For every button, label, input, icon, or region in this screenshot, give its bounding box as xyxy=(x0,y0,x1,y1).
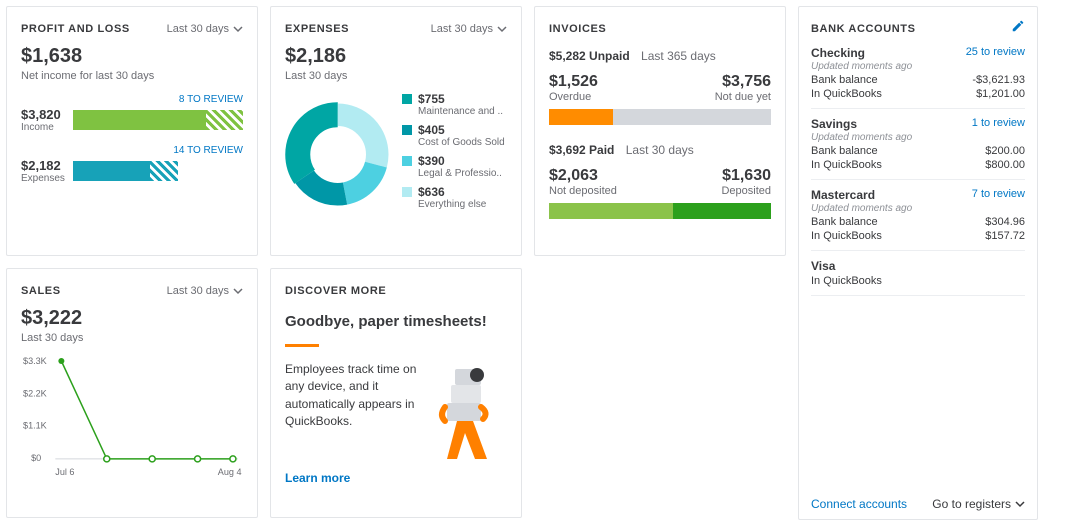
expenses-bar xyxy=(73,161,243,181)
expenses-amount: $2,182 xyxy=(21,158,65,173)
sales-card: SALES Last 30 days $3,222 Last 30 days $… xyxy=(6,268,258,518)
discover-heading: Goodbye, paper timesheets! xyxy=(285,313,507,330)
unpaid-bar xyxy=(549,109,771,125)
review-link[interactable]: 1 to review xyxy=(972,117,1025,131)
legend-item: $755Maintenance and .. xyxy=(402,92,505,117)
income-review-link[interactable]: 8 TO REVIEW xyxy=(21,94,243,105)
bank-accounts-card: BANK ACCOUNTS Checking25 to review Updat… xyxy=(798,6,1038,520)
discover-card: DISCOVER MORE Goodbye, paper timesheets!… xyxy=(270,268,522,518)
expenses-total: $2,186 xyxy=(285,45,507,68)
dep-amount: $1,630 xyxy=(721,167,771,185)
expenses-legend: $755Maintenance and .. $405Cost of Goods… xyxy=(402,92,505,216)
swatch-icon xyxy=(402,187,412,197)
chevron-down-icon xyxy=(233,286,243,296)
svg-text:Jul 6: Jul 6 xyxy=(55,467,74,477)
chevron-down-icon xyxy=(1015,499,1025,509)
legend-item: $405Cost of Goods Sold xyxy=(402,123,505,148)
swatch-icon xyxy=(402,156,412,166)
legend-item: $390Legal & Professio.. xyxy=(402,154,505,179)
discover-illustration xyxy=(427,361,507,461)
swatch-icon xyxy=(402,94,412,104)
period-selector[interactable]: Last 30 days xyxy=(431,23,507,35)
account-row[interactable]: Checking25 to review Updated moments ago… xyxy=(811,38,1025,109)
paid-total: $3,692 Paid xyxy=(549,143,614,157)
review-link[interactable]: 7 to review xyxy=(972,188,1025,202)
chevron-down-icon xyxy=(497,24,507,34)
expenses-donut-chart xyxy=(285,102,390,207)
svg-text:$2.2K: $2.2K xyxy=(23,388,47,398)
svg-text:$0: $0 xyxy=(31,453,41,463)
period-selector[interactable]: Last 30 days xyxy=(167,285,243,297)
swatch-icon xyxy=(402,125,412,135)
chevron-down-icon xyxy=(233,24,243,34)
unpaid-total: $5,282 Unpaid xyxy=(549,49,630,63)
divider xyxy=(285,344,319,347)
svg-text:$3.3K: $3.3K xyxy=(23,356,47,366)
notdep-amount: $2,063 xyxy=(549,167,617,185)
expenses-caption: Expenses xyxy=(21,173,65,184)
learn-more-link[interactable]: Learn more xyxy=(285,471,507,485)
invoices-card: INVOICES $5,282 Unpaid Last 365 days $1,… xyxy=(534,6,786,256)
expenses-total-caption: Last 30 days xyxy=(285,70,507,82)
income-caption: Income xyxy=(21,122,65,133)
unpaid-period: Last 365 days xyxy=(641,49,716,63)
sales-caption: Last 30 days xyxy=(21,332,243,344)
paid-period: Last 30 days xyxy=(626,143,694,157)
account-row[interactable]: Savings1 to review Updated moments ago B… xyxy=(811,109,1025,180)
sales-total: $3,222 xyxy=(21,307,243,330)
review-link[interactable]: 25 to review xyxy=(966,46,1025,60)
period-selector[interactable]: Last 30 days xyxy=(167,23,243,35)
pencil-icon[interactable] xyxy=(1011,19,1025,38)
account-row[interactable]: Mastercard7 to review Updated moments ag… xyxy=(811,180,1025,251)
card-title: PROFIT AND LOSS xyxy=(21,23,130,35)
net-income: $1,638 xyxy=(21,45,243,68)
expenses-card: EXPENSES Last 30 days $2,186 Last 30 day… xyxy=(270,6,522,256)
card-title: DISCOVER MORE xyxy=(285,285,507,297)
card-title: EXPENSES xyxy=(285,23,349,35)
card-title: SALES xyxy=(21,285,61,297)
card-title: INVOICES xyxy=(549,23,771,35)
expenses-review-link[interactable]: 14 TO REVIEW xyxy=(21,145,243,156)
paid-bar xyxy=(549,203,771,219)
income-bar xyxy=(73,110,243,130)
go-to-registers[interactable]: Go to registers xyxy=(932,497,1025,511)
notdue-amount: $3,756 xyxy=(715,73,771,91)
connect-accounts-link[interactable]: Connect accounts xyxy=(811,497,907,511)
profit-loss-card: PROFIT AND LOSS Last 30 days $1,638 Net … xyxy=(6,6,258,256)
income-amount: $3,820 xyxy=(21,107,65,122)
legend-item: $636Everything else xyxy=(402,185,505,210)
overdue-amount: $1,526 xyxy=(549,73,598,91)
card-title: BANK ACCOUNTS xyxy=(811,23,916,35)
svg-text:Aug 4: Aug 4 xyxy=(218,467,242,477)
discover-body-text: Employees track time on any device, and … xyxy=(285,361,417,431)
account-row[interactable]: Visa In QuickBooks xyxy=(811,251,1025,296)
net-income-caption: Net income for last 30 days xyxy=(21,70,243,82)
sales-line-chart: $3.3K $2.2K $1.1K $0 Jul 6 Aug 4 xyxy=(21,344,243,489)
svg-text:$1.1K: $1.1K xyxy=(23,421,47,431)
